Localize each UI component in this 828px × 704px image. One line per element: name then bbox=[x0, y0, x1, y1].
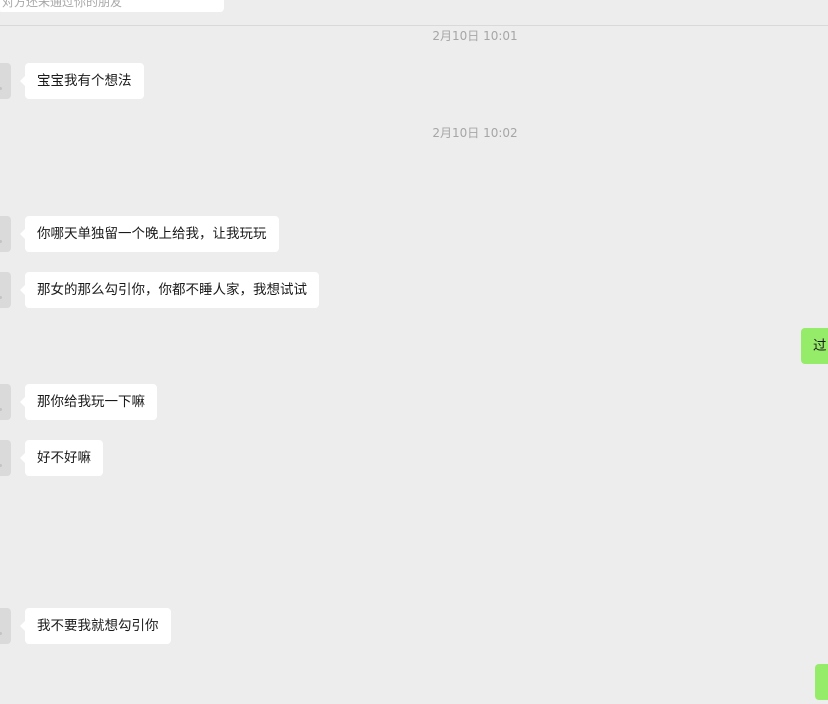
contact-avatar[interactable] bbox=[0, 608, 11, 644]
chevron-right-icon: › bbox=[205, 0, 209, 3]
outgoing-message-bubble[interactable]: 过 bbox=[801, 328, 828, 364]
quoted-message-card[interactable]: 对方还未通过你的朋友 › bbox=[0, 0, 224, 12]
incoming-message-bubble[interactable]: 宝宝我有个想法 bbox=[20, 63, 144, 99]
quoted-message-text: 对方还未通过你的朋友 bbox=[2, 0, 123, 9]
incoming-message-bubble[interactable]: 好不好嘛 bbox=[20, 440, 103, 476]
contact-avatar[interactable] bbox=[0, 63, 11, 99]
outgoing-message-bubble[interactable] bbox=[815, 664, 828, 700]
contact-avatar[interactable] bbox=[0, 440, 11, 476]
contact-avatar[interactable] bbox=[0, 216, 11, 252]
incoming-message-bubble[interactable]: 你哪天单独留一个晚上给我，让我玩玩 bbox=[20, 216, 279, 252]
incoming-message-bubble[interactable]: 我不要我就想勾引你 bbox=[20, 608, 171, 644]
contact-avatar[interactable] bbox=[0, 272, 11, 308]
header-divider bbox=[0, 25, 828, 26]
chat-window: 对方还未通过你的朋友 › 2月10日 10:01 宝宝我有个想法 2月10日 1… bbox=[0, 0, 828, 704]
contact-avatar[interactable] bbox=[0, 384, 11, 420]
incoming-message-bubble[interactable]: 那你给我玩一下嘛 bbox=[20, 384, 157, 420]
incoming-message-bubble[interactable]: 那女的那么勾引你，你都不睡人家，我想试试 bbox=[20, 272, 319, 308]
timestamp: 2月10日 10:02 bbox=[432, 126, 518, 140]
timestamp: 2月10日 10:01 bbox=[432, 29, 518, 43]
